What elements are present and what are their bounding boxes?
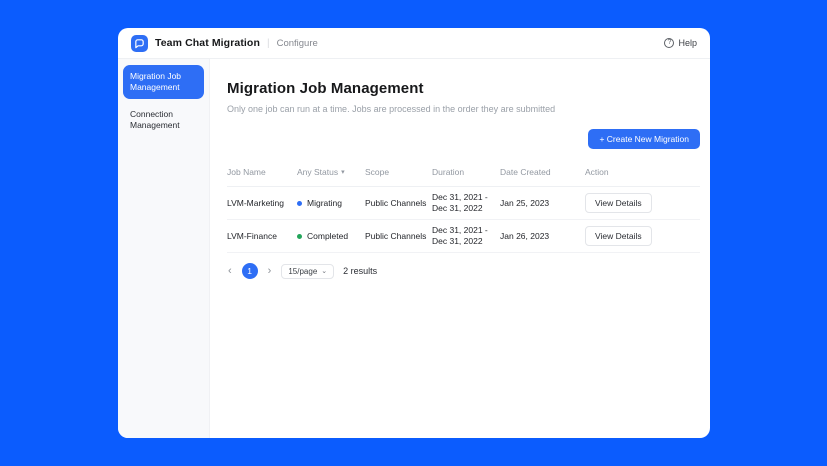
date-created-cell: Jan 25, 2023 <box>500 198 585 208</box>
date-created-cell: Jan 26, 2023 <box>500 231 585 241</box>
help-button[interactable]: ? Help <box>664 38 697 48</box>
page-description: Only one job can run at a time. Jobs are… <box>227 104 700 114</box>
page-title: Migration Job Management <box>227 80 700 97</box>
scope-cell: Public Channels <box>365 198 432 208</box>
table-row: LVM-Finance Completed Public Channels De… <box>227 220 700 253</box>
job-name-cell: LVM-Finance <box>227 231 297 241</box>
configure-nav-link[interactable]: Configure <box>277 38 318 49</box>
results-count: 2 results <box>343 266 377 276</box>
pagination: ‹ 1 › 15/page ⌄ 2 results <box>227 263 700 279</box>
status-dot-icon <box>297 201 302 206</box>
chevron-down-icon: ⌄ <box>321 267 327 275</box>
status-dot-icon <box>297 234 302 239</box>
scope-cell: Public Channels <box>365 231 432 241</box>
column-header-date-created: Date Created <box>500 167 585 177</box>
app-title: Team Chat Migration <box>155 37 260 49</box>
status-cell: Migrating <box>297 198 365 208</box>
main-content: Migration Job Management Only one job ca… <box>210 59 710 438</box>
help-label: Help <box>678 38 697 48</box>
column-header-job-name: Job Name <box>227 167 297 177</box>
view-details-button[interactable]: View Details <box>585 193 652 213</box>
page-1-button[interactable]: 1 <box>242 263 258 279</box>
page-size-value: 15/page <box>288 267 317 276</box>
job-name-cell: LVM-Marketing <box>227 198 297 208</box>
app-window: Team Chat Migration | Configure ? Help M… <box>118 28 710 438</box>
duration-cell: Dec 31, 2021 - Dec 31, 2022 <box>432 225 500 248</box>
chevron-down-icon: ▾ <box>341 168 345 176</box>
duration-cell: Dec 31, 2021 - Dec 31, 2022 <box>432 192 500 215</box>
sidebar: Migration Job Management Connection Mana… <box>118 59 210 438</box>
view-details-button[interactable]: View Details <box>585 226 652 246</box>
column-header-scope: Scope <box>365 167 432 177</box>
status-label: Completed <box>307 231 348 241</box>
migration-jobs-table: Job Name Any Status ▾ Scope Duration Dat… <box>227 162 700 253</box>
sidebar-item-migration-job-management[interactable]: Migration Job Management <box>123 65 204 99</box>
top-bar: Team Chat Migration | Configure ? Help <box>118 28 710 59</box>
app-logo-chat-icon <box>131 35 148 52</box>
status-cell: Completed <box>297 231 365 241</box>
sidebar-item-connection-management[interactable]: Connection Management <box>123 103 204 137</box>
title-divider: | <box>267 38 270 49</box>
status-filter-dropdown[interactable]: Any Status ▾ <box>297 167 365 177</box>
previous-page-icon[interactable]: ‹ <box>227 266 233 277</box>
next-page-icon[interactable]: › <box>267 266 273 277</box>
table-body: LVM-Marketing Migrating Public Channels … <box>227 187 700 253</box>
help-icon: ? <box>664 38 674 48</box>
column-header-action: Action <box>585 167 700 177</box>
column-header-duration: Duration <box>432 167 500 177</box>
page-size-select[interactable]: 15/page ⌄ <box>281 264 334 279</box>
status-label: Migrating <box>307 198 342 208</box>
table-row: LVM-Marketing Migrating Public Channels … <box>227 187 700 220</box>
table-header-row: Job Name Any Status ▾ Scope Duration Dat… <box>227 162 700 187</box>
create-new-migration-button[interactable]: + Create New Migration <box>588 129 700 149</box>
